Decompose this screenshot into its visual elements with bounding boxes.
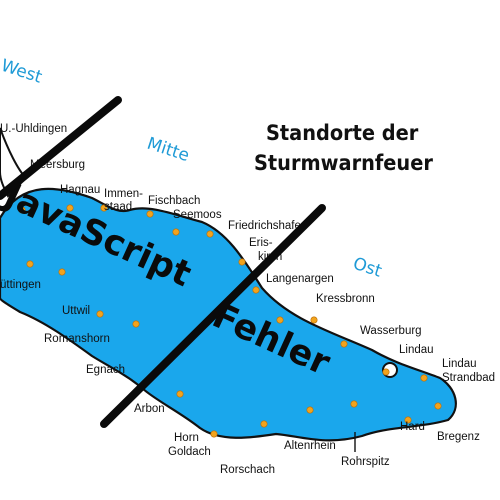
place-lindau-strandbad-1: Lindau [442,358,477,370]
place-arbon: Arbon [134,403,165,415]
place-egnach: Egnach [86,364,125,376]
place-uttwil: Uttwil [62,305,90,317]
place-fischbach: Fischbach [148,195,200,207]
place-horn: Horn [174,432,199,444]
region-west: West [0,56,45,88]
place-rorschach: Rorschach [220,464,275,476]
place-romanshorn: Romanshorn [44,333,110,345]
place-hard: Hard [400,421,425,433]
map-title-line-2: Sturmwarnfeuer [254,151,433,176]
region-ost: Ost [350,254,384,282]
place-lindau: Lindau [399,344,434,356]
region-mitte: Mitte [144,134,191,166]
place-bregenz: Bregenz [437,431,480,443]
place-immenstaad-2: staad [104,201,132,213]
place-rohrspitz: Rohrspitz [341,456,390,468]
error-cross-line-left [0,96,122,200]
map-title-line-1: Standorte der [266,121,419,146]
place-wasserburg: Wasserburg [360,325,422,337]
lake-map: Standorte der Sturmwarnfeuer West Mitte … [0,56,495,476]
place-seemoos: Seemoos [173,209,222,221]
place-hagnau: Hagnau [60,184,100,196]
place-kressbronn: Kressbronn [316,293,375,305]
place-uhldingen: U.-Uhldingen [0,123,67,135]
place-goldach: Goldach [168,446,211,458]
place-immenstaad-1: Immen- [104,188,143,200]
place-lindau-strandbad-2: Strandbad [442,372,495,384]
place-langenargen: Langenargen [266,273,334,285]
place-guettingen: üttingen [0,279,41,291]
place-altenrhein: Altenrhein [284,440,336,452]
place-eriskirch-1: Eris- [249,237,273,249]
